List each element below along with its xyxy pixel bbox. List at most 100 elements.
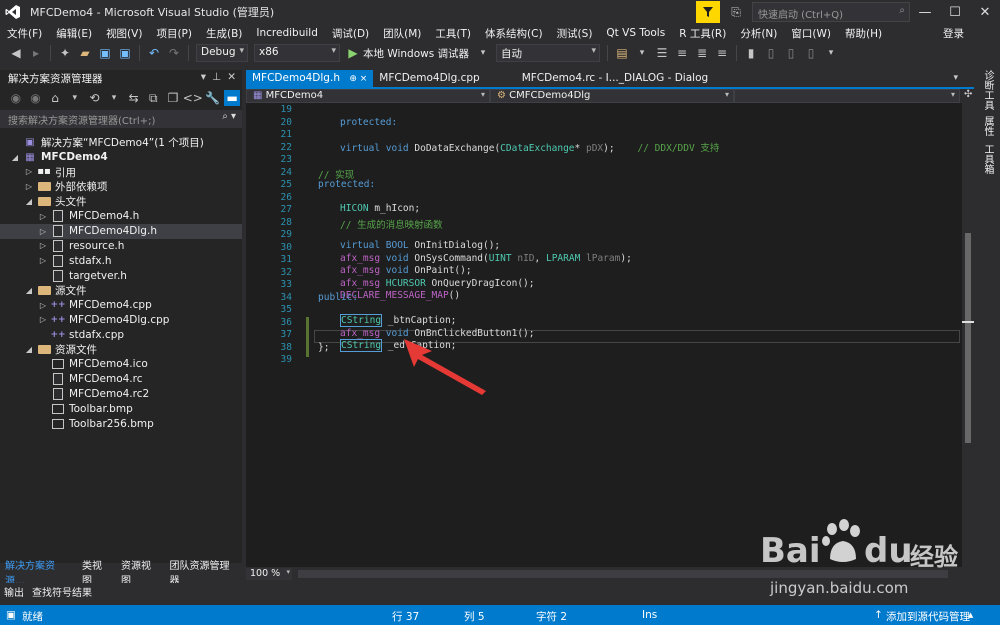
start-debugger-label[interactable]: 本地 Windows 调试器 xyxy=(363,46,469,61)
collapse-all-icon[interactable]: ⧉ xyxy=(145,90,161,106)
show-all-files-icon[interactable]: ❐ xyxy=(165,90,181,106)
notifications-icon[interactable]: ⎘ xyxy=(728,4,744,20)
add-to-source-control-button[interactable]: 添加到源代码管理 xyxy=(886,609,970,624)
tree-item-file[interactable]: ▷ ++ MFCDemo4.cpp xyxy=(0,298,242,313)
tree-item-file[interactable]: MFCDemo4.rc xyxy=(0,372,242,387)
menu-team[interactable]: 团队(M) xyxy=(376,26,428,41)
tree-item-file[interactable]: ▷ MFCDemo4.h xyxy=(0,209,242,224)
next-bookmark-icon[interactable]: ▯ xyxy=(783,45,799,61)
menu-qt-vs-tools[interactable]: Qt VS Tools xyxy=(599,27,672,39)
solution-platform-dropdown[interactable]: x86 ▾ xyxy=(254,44,340,62)
back-icon[interactable]: ◉ xyxy=(8,90,24,106)
feedback-filter-icon[interactable] xyxy=(696,1,720,23)
tree-item-file[interactable]: MFCDemo4.ico xyxy=(0,357,242,372)
view-code-icon[interactable]: <> xyxy=(183,90,203,106)
forward-icon[interactable]: ▸ xyxy=(28,45,44,61)
back-icon[interactable]: ◀ xyxy=(8,45,24,61)
menu-analyze[interactable]: 分析(N) xyxy=(733,26,784,41)
clear-bookmarks-icon[interactable]: ▯ xyxy=(803,45,819,61)
tab-team-explorer[interactable]: 团队资源管理器 xyxy=(165,557,242,587)
tab-mfcdemo4-rc-dialog[interactable]: MFCDemo4.rc - I..._DIALOG - Dialog xyxy=(516,70,714,87)
close-button[interactable]: ✕ xyxy=(970,0,1000,24)
tab-toolbox[interactable]: 工具箱 xyxy=(980,144,995,174)
menu-file[interactable]: 文件(F) xyxy=(0,26,49,41)
tree-item-solution[interactable]: ▣ 解决方案“MFCDemo4”(1 个项目) xyxy=(0,135,242,150)
tab-resource-view[interactable]: 资源视图 xyxy=(116,557,165,587)
tree-item-file[interactable]: Toolbar.bmp xyxy=(0,401,242,416)
outline-icon[interactable]: ☰ xyxy=(654,45,670,61)
menu-help[interactable]: 帮助(H) xyxy=(838,26,889,41)
split-window-icon[interactable]: ✣ xyxy=(964,89,972,103)
chevron-up-icon[interactable]: ▴ xyxy=(968,609,973,621)
tree-item-resource-files[interactable]: ◢ 资源文件 xyxy=(0,342,242,357)
menu-architecture[interactable]: 体系结构(C) xyxy=(478,26,550,41)
tree-item-file-selected[interactable]: ▷ MFCDemo4Dlg.h xyxy=(0,223,242,239)
menu-tools[interactable]: 工具(T) xyxy=(428,26,478,41)
menu-r-tools[interactable]: R 工具(R) xyxy=(672,26,733,41)
tab-mfcdemo4dlg-h[interactable]: MFCDemo4Dlg.h ⊕ × xyxy=(246,70,374,87)
tab-output[interactable]: 输出 xyxy=(0,584,28,599)
menu-project[interactable]: 项目(P) xyxy=(149,26,199,41)
tree-item-source-files[interactable]: ◢ 源文件 xyxy=(0,283,242,298)
tree-item-file[interactable]: Toolbar256.bmp xyxy=(0,416,242,431)
forward-icon[interactable]: ◉ xyxy=(28,90,44,106)
tree-item-project[interactable]: ◢ ▦ MFCDemo4 xyxy=(0,150,242,165)
class-scope-dropdown[interactable]: ⚙ CMFCDemo4Dlg ▾ xyxy=(490,89,734,103)
tab-pin-close-icon[interactable]: ⊕ × xyxy=(349,74,367,84)
tree-item-file[interactable]: ++ stdafx.cpp xyxy=(0,327,242,342)
minimize-button[interactable]: — xyxy=(910,0,940,24)
undo-icon[interactable]: ↶ xyxy=(146,45,162,61)
menu-view[interactable]: 视图(V) xyxy=(99,26,149,41)
zoom-dropdown[interactable]: 100 % ▾ xyxy=(246,567,292,580)
maximize-button[interactable]: ☐ xyxy=(940,0,970,24)
tab-properties[interactable]: 属性 xyxy=(980,116,995,136)
tree-item-external-deps[interactable]: ▷ 外部依赖项 xyxy=(0,179,242,194)
save-all-icon[interactable]: ▣ xyxy=(117,45,133,61)
toolbar-overflow-icon[interactable]: ▾ xyxy=(823,45,839,61)
tab-class-view[interactable]: 类视图 xyxy=(77,557,116,587)
home-icon[interactable]: ⌂ xyxy=(47,90,63,106)
tree-item-file[interactable]: targetver.h xyxy=(0,268,242,283)
scrollbar-thumb[interactable] xyxy=(965,233,971,443)
solution-configuration-dropdown[interactable]: Debug ▾ xyxy=(196,44,248,62)
tab-overflow-icon[interactable]: ▾ xyxy=(953,73,958,83)
close-icon[interactable]: ✕ xyxy=(227,71,236,83)
tab-solution-explorer[interactable]: 解决方案资源... xyxy=(0,557,77,587)
solution-explorer-search-input[interactable]: 搜索解决方案资源管理器(Ctrl+;) ⌕ ▾ xyxy=(0,110,242,128)
vertical-scrollbar[interactable] xyxy=(962,103,974,567)
comment-icon[interactable]: ≣ xyxy=(694,45,710,61)
find-in-files-icon[interactable]: ▤ xyxy=(614,45,630,61)
dropdown-icon[interactable]: ▾ xyxy=(634,45,650,61)
code-editor[interactable]: 19 20 protected: 21 virtual void DoDataEx… xyxy=(246,103,962,567)
pin-icon[interactable]: ⊥ xyxy=(212,71,221,83)
save-icon[interactable]: ▣ xyxy=(97,45,113,61)
redo-icon[interactable]: ↷ xyxy=(166,45,182,61)
start-debugging-icon[interactable]: ▶ xyxy=(345,45,361,61)
prev-bookmark-icon[interactable]: ▯ xyxy=(763,45,779,61)
tab-diagnostic-tools[interactable]: 诊断工具 xyxy=(980,70,995,110)
tab-find-symbol-results[interactable]: 查找符号结果 xyxy=(28,584,96,599)
tab-mfcdemo4dlg-cpp[interactable]: MFCDemo4Dlg.cpp xyxy=(373,70,485,87)
tree-item-references[interactable]: ▷ ▪▪ 引用 xyxy=(0,165,242,180)
sync-icon[interactable]: ⇆ xyxy=(126,90,142,106)
format-icon[interactable]: ≡ xyxy=(674,45,690,61)
menu-build[interactable]: 生成(B) xyxy=(199,26,249,41)
bookmark-icon[interactable]: ▮ xyxy=(743,45,759,61)
quick-launch-input[interactable]: 快速启动 (Ctrl+Q) ⌕ xyxy=(752,2,910,22)
menu-incredibuild[interactable]: Incredibuild xyxy=(249,27,324,39)
tree-item-file[interactable]: ▷ ++ MFCDemo4Dlg.cpp xyxy=(0,313,242,328)
debug-mode-dropdown[interactable]: 自动 ▾ xyxy=(496,44,601,62)
pending-changes-icon[interactable]: ⟲ xyxy=(87,90,103,106)
preview-icon[interactable]: ▬ xyxy=(224,90,241,106)
properties-icon[interactable]: 🔧 xyxy=(205,90,221,106)
tree-item-file[interactable]: MFCDemo4.rc2 xyxy=(0,387,242,402)
chevron-down-icon[interactable]: ▾ xyxy=(475,45,491,61)
new-project-icon[interactable]: ✦ xyxy=(57,45,73,61)
open-file-icon[interactable]: ▰ xyxy=(77,45,93,61)
menu-edit[interactable]: 编辑(E) xyxy=(49,26,99,41)
login-link[interactable]: 登录 xyxy=(943,26,964,41)
dropdown-icon[interactable]: ▾ xyxy=(67,90,83,106)
tree-item-file[interactable]: ▷ resource.h xyxy=(0,239,242,254)
chevron-down-icon[interactable]: ▾ xyxy=(201,71,206,83)
tree-item-file[interactable]: ▷ stdafx.h xyxy=(0,253,242,268)
